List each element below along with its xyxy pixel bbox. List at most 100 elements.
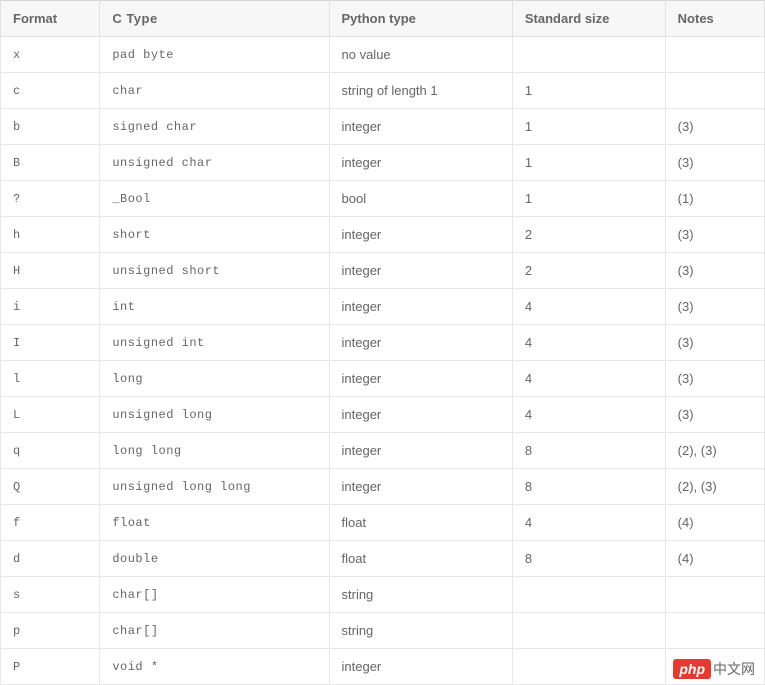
cell-size bbox=[512, 37, 665, 73]
cell-ctype: float bbox=[100, 505, 329, 541]
watermark-text: 中文网 bbox=[713, 659, 755, 679]
cell-size: 1 bbox=[512, 109, 665, 145]
cell-ctype: _Bool bbox=[100, 181, 329, 217]
cell-notes: (3) bbox=[665, 145, 764, 181]
cell-ctype: unsigned int bbox=[100, 325, 329, 361]
cell-ctype: short bbox=[100, 217, 329, 253]
cell-size: 4 bbox=[512, 397, 665, 433]
watermark: php 中文网 bbox=[673, 659, 755, 679]
cell-python: integer bbox=[329, 469, 512, 505]
cell-size: 2 bbox=[512, 253, 665, 289]
watermark-badge: php bbox=[673, 659, 711, 679]
cell-ctype: int bbox=[100, 289, 329, 325]
struct-format-table: Format C Type Python type Standard size … bbox=[0, 0, 765, 685]
cell-format: q bbox=[1, 433, 100, 469]
cell-python: float bbox=[329, 541, 512, 577]
table-row: schar[]string bbox=[1, 577, 765, 613]
header-notes: Notes bbox=[665, 1, 764, 37]
cell-format: l bbox=[1, 361, 100, 397]
cell-notes: (3) bbox=[665, 109, 764, 145]
cell-format: p bbox=[1, 613, 100, 649]
cell-python: integer bbox=[329, 433, 512, 469]
cell-size bbox=[512, 613, 665, 649]
cell-ctype: long bbox=[100, 361, 329, 397]
cell-size: 8 bbox=[512, 469, 665, 505]
table-row: hshortinteger2(3) bbox=[1, 217, 765, 253]
cell-notes: (3) bbox=[665, 289, 764, 325]
cell-size: 4 bbox=[512, 361, 665, 397]
cell-notes: (3) bbox=[665, 397, 764, 433]
cell-python: float bbox=[329, 505, 512, 541]
cell-ctype: void * bbox=[100, 649, 329, 685]
table-row: Lunsigned longinteger4(3) bbox=[1, 397, 765, 433]
cell-notes: (3) bbox=[665, 325, 764, 361]
cell-python: integer bbox=[329, 145, 512, 181]
table-row: iintinteger4(3) bbox=[1, 289, 765, 325]
cell-format: x bbox=[1, 37, 100, 73]
cell-format: h bbox=[1, 217, 100, 253]
table-row: Qunsigned long longinteger8(2), (3) bbox=[1, 469, 765, 505]
header-ctype: C Type bbox=[100, 1, 329, 37]
cell-ctype: char bbox=[100, 73, 329, 109]
header-python: Python type bbox=[329, 1, 512, 37]
cell-ctype: long long bbox=[100, 433, 329, 469]
cell-notes bbox=[665, 73, 764, 109]
table-header: Format C Type Python type Standard size … bbox=[1, 1, 765, 37]
cell-ctype: char[] bbox=[100, 577, 329, 613]
cell-notes: (4) bbox=[665, 541, 764, 577]
cell-size: 1 bbox=[512, 181, 665, 217]
cell-format: I bbox=[1, 325, 100, 361]
cell-format: s bbox=[1, 577, 100, 613]
table-row: ffloatfloat4(4) bbox=[1, 505, 765, 541]
table-header-row: Format C Type Python type Standard size … bbox=[1, 1, 765, 37]
cell-format: H bbox=[1, 253, 100, 289]
header-format: Format bbox=[1, 1, 100, 37]
cell-format: L bbox=[1, 397, 100, 433]
cell-notes: (2), (3) bbox=[665, 433, 764, 469]
table-row: ?_Boolbool1(1) bbox=[1, 181, 765, 217]
table-row: xpad byteno value bbox=[1, 37, 765, 73]
cell-ctype: signed char bbox=[100, 109, 329, 145]
table-row: Pvoid *integer bbox=[1, 649, 765, 685]
table-row: bsigned charinteger1(3) bbox=[1, 109, 765, 145]
cell-notes: (3) bbox=[665, 361, 764, 397]
cell-python: integer bbox=[329, 289, 512, 325]
cell-format: f bbox=[1, 505, 100, 541]
table-row: ddoublefloat8(4) bbox=[1, 541, 765, 577]
cell-ctype: unsigned long long bbox=[100, 469, 329, 505]
cell-ctype: unsigned long bbox=[100, 397, 329, 433]
cell-python: bool bbox=[329, 181, 512, 217]
cell-size: 4 bbox=[512, 289, 665, 325]
cell-ctype: char[] bbox=[100, 613, 329, 649]
cell-python: integer bbox=[329, 217, 512, 253]
cell-size bbox=[512, 649, 665, 685]
cell-format: P bbox=[1, 649, 100, 685]
table-row: llonginteger4(3) bbox=[1, 361, 765, 397]
header-size: Standard size bbox=[512, 1, 665, 37]
cell-format: B bbox=[1, 145, 100, 181]
table-row: pchar[]string bbox=[1, 613, 765, 649]
cell-notes: (3) bbox=[665, 217, 764, 253]
cell-python: integer bbox=[329, 361, 512, 397]
cell-ctype: unsigned short bbox=[100, 253, 329, 289]
cell-size: 8 bbox=[512, 541, 665, 577]
cell-python: string of length 1 bbox=[329, 73, 512, 109]
cell-format: d bbox=[1, 541, 100, 577]
table-row: Hunsigned shortinteger2(3) bbox=[1, 253, 765, 289]
cell-size: 4 bbox=[512, 325, 665, 361]
cell-format: ? bbox=[1, 181, 100, 217]
cell-size: 4 bbox=[512, 505, 665, 541]
cell-notes bbox=[665, 37, 764, 73]
cell-python: integer bbox=[329, 325, 512, 361]
cell-python: string bbox=[329, 613, 512, 649]
cell-python: integer bbox=[329, 397, 512, 433]
table-row: qlong longinteger8(2), (3) bbox=[1, 433, 765, 469]
cell-notes: (1) bbox=[665, 181, 764, 217]
table-row: Iunsigned intinteger4(3) bbox=[1, 325, 765, 361]
cell-format: i bbox=[1, 289, 100, 325]
cell-notes bbox=[665, 577, 764, 613]
cell-format: Q bbox=[1, 469, 100, 505]
cell-size bbox=[512, 577, 665, 613]
cell-python: no value bbox=[329, 37, 512, 73]
cell-ctype: double bbox=[100, 541, 329, 577]
